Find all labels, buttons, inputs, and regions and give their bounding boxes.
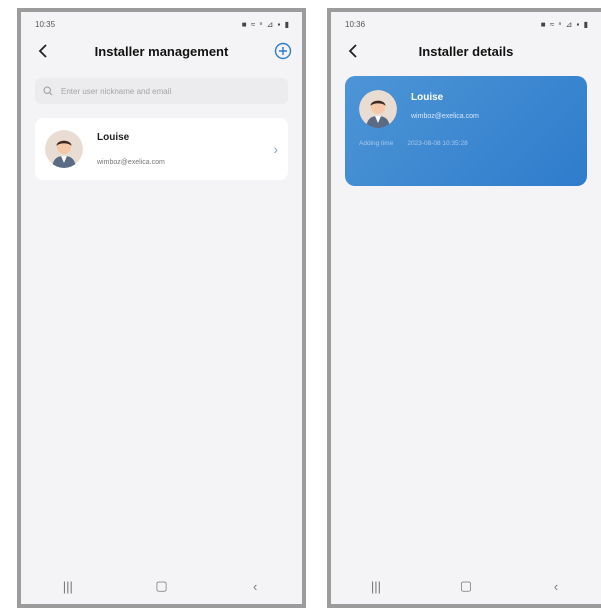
installer-list-item[interactable]: Louise wimboz@exelica.com › bbox=[35, 118, 288, 180]
status-time: 10:35 bbox=[35, 19, 56, 29]
detail-info: Louise wimboz@exelica.com bbox=[411, 92, 479, 120]
back-icon[interactable]: ‹ bbox=[536, 574, 576, 598]
status-icons: ■ ≈ ⁿ ⊿ ▪ ▮ bbox=[540, 19, 589, 29]
home-icon[interactable]: ▢ bbox=[141, 574, 181, 598]
installer-detail-card: Louise wimboz@exelica.com Adding time 20… bbox=[345, 76, 587, 186]
back-button[interactable] bbox=[343, 41, 363, 61]
back-arrow-icon bbox=[348, 44, 357, 58]
navbar: Installer details bbox=[331, 36, 601, 66]
status-bar: 10:35 ■ ≈ ⁿ ⊿ ▪ ▮ bbox=[21, 12, 302, 36]
avatar bbox=[359, 90, 397, 128]
recents-icon[interactable]: ||| bbox=[48, 574, 88, 598]
back-icon[interactable]: ‹ bbox=[235, 574, 275, 598]
back-button[interactable] bbox=[33, 41, 53, 61]
user-info: Louise wimboz@exelica.com bbox=[97, 132, 273, 166]
page-title: Installer details bbox=[418, 43, 514, 59]
search-input[interactable] bbox=[59, 85, 280, 97]
adding-time-value: 2023-08-08 10:35:28 bbox=[407, 140, 468, 147]
user-email: wimboz@exelica.com bbox=[97, 159, 165, 166]
installer-details-screen: 10:36 ■ ≈ ⁿ ⊿ ▪ ▮ Installer details Loui… bbox=[327, 8, 601, 608]
add-circle-icon[interactable] bbox=[274, 42, 292, 60]
status-bar: 10:36 ■ ≈ ⁿ ⊿ ▪ ▮ bbox=[331, 12, 601, 36]
search-icon bbox=[43, 86, 53, 96]
avatar bbox=[45, 130, 83, 168]
user-name: Louise bbox=[97, 132, 130, 143]
search-bar bbox=[35, 78, 288, 104]
navbar: Installer management bbox=[21, 36, 302, 66]
chevron-right-icon: › bbox=[273, 141, 278, 157]
detail-email: wimboz@exelica.com bbox=[411, 113, 479, 120]
status-icons: ■ ≈ ⁿ ⊿ ▪ ▮ bbox=[241, 19, 290, 29]
adding-time-label: Adding time bbox=[359, 140, 394, 147]
detail-name: Louise bbox=[411, 92, 444, 103]
home-icon[interactable]: ▢ bbox=[446, 574, 486, 598]
page-title: Installer management bbox=[94, 43, 229, 59]
status-time: 10:36 bbox=[345, 19, 366, 29]
installer-management-screen: 10:35 ■ ≈ ⁿ ⊿ ▪ ▮ Installer management E… bbox=[17, 8, 306, 608]
system-nav-bar: ||| ▢ ‹ bbox=[21, 568, 302, 604]
recents-icon[interactable]: ||| bbox=[356, 574, 396, 598]
system-nav-bar: ||| ▢ ‹ bbox=[331, 568, 601, 604]
back-arrow-icon bbox=[38, 44, 47, 58]
adding-time-row: Adding time 2023-08-08 10:35:28 bbox=[359, 140, 573, 147]
